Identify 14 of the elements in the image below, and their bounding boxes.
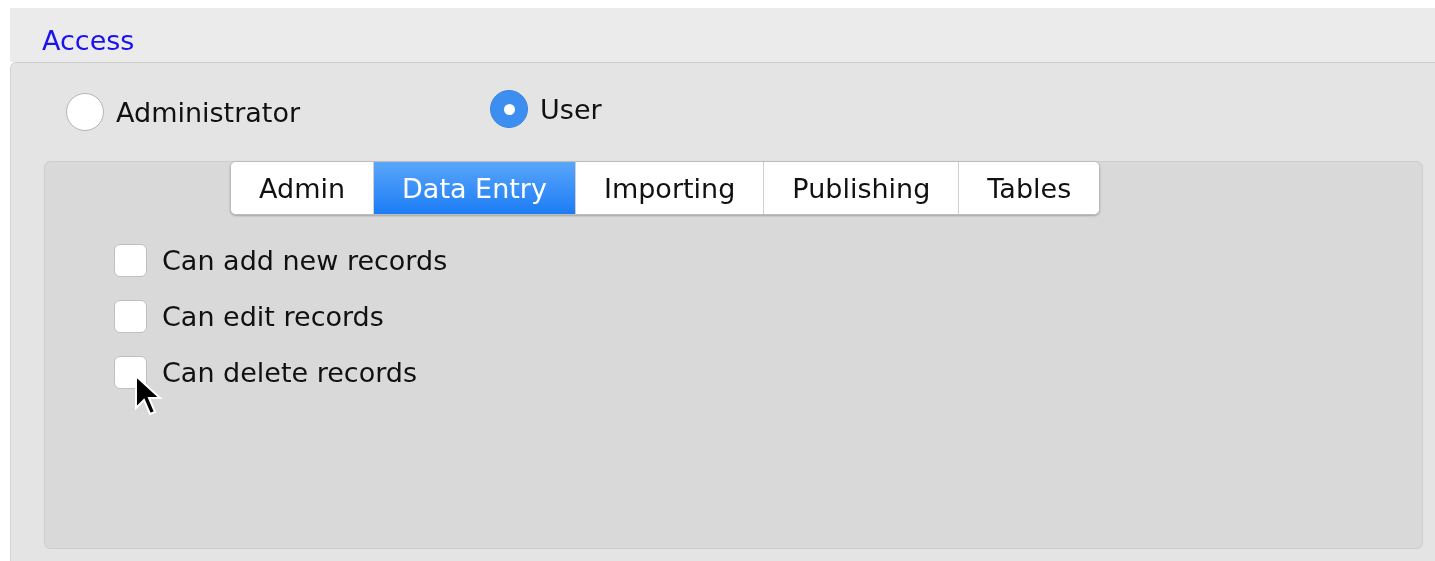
- tab[interactable]: Admin: [231, 162, 374, 214]
- tab[interactable]: Importing: [574, 162, 764, 214]
- radio-button[interactable]: [66, 93, 104, 131]
- checkbox-label: Can add new records: [162, 244, 448, 276]
- checkbox[interactable]: [114, 243, 147, 277]
- checkbox-label: Can delete records: [162, 356, 418, 388]
- tab[interactable]: Publishing: [763, 162, 959, 214]
- radio-label: Administrator: [116, 96, 301, 128]
- radio-label: User: [540, 93, 602, 125]
- checkbox[interactable]: [114, 299, 147, 333]
- checkbox-label: Can edit records: [162, 300, 384, 332]
- tab[interactable]: Tables: [958, 162, 1100, 214]
- section-title: Access: [42, 25, 135, 58]
- radio-button[interactable]: [490, 90, 529, 128]
